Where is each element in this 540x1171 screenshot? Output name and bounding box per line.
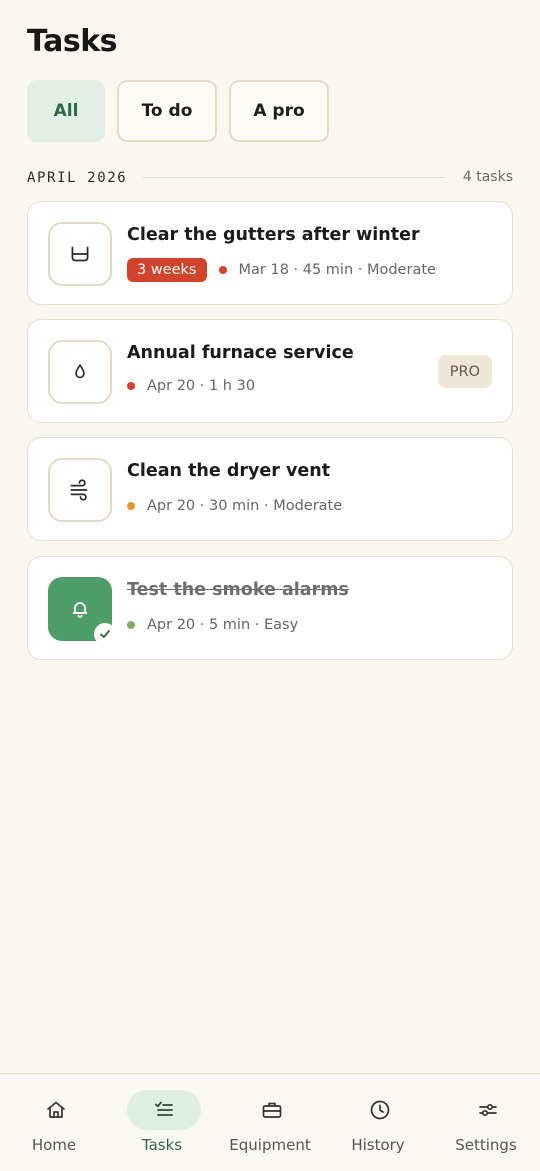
task-meta: Apr 20 · 1 h 30	[127, 372, 255, 400]
basin-icon	[71, 246, 89, 262]
filter-a-pro[interactable]: A pro	[229, 80, 329, 142]
nav-pill	[127, 1090, 201, 1130]
checklist-icon	[155, 1101, 173, 1116]
task-card[interactable]: Annual furnace service Apr 20 · 1 h 30 P…	[27, 319, 513, 423]
nav-label: Home	[31, 1136, 77, 1154]
sliders-icon	[479, 1103, 497, 1117]
nav-tasks[interactable]: Tasks	[108, 1074, 216, 1171]
task-icon-box	[48, 458, 112, 522]
task-meta-text: Apr 20 · 30 min · Moderate	[147, 498, 343, 514]
task-meta: Apr 20 · 30 min · Moderate	[127, 492, 342, 520]
filter-all[interactable]: All	[27, 80, 105, 142]
status-dot	[127, 502, 135, 510]
check-icon	[94, 623, 116, 645]
nav-pill	[235, 1090, 309, 1130]
nav-equipment[interactable]: Equipment	[216, 1074, 324, 1171]
nav-label: History	[351, 1136, 405, 1154]
nav-history[interactable]: History	[324, 1074, 432, 1171]
wind-icon	[70, 479, 88, 501]
water-drop-icon	[75, 364, 85, 379]
task-meta: Apr 20 · 5 min · Easy	[127, 611, 298, 639]
status-dot	[218, 266, 227, 274]
status-dot	[127, 621, 135, 629]
nav-pill	[19, 1090, 93, 1130]
page-title: Tasks	[27, 24, 118, 59]
status-dot	[127, 382, 135, 390]
section-header: APRIL 2026 4 tasks	[27, 168, 513, 188]
task-meta-text: Apr 20 · 1 h 30	[147, 378, 256, 394]
nav-home[interactable]: Home	[0, 1074, 108, 1171]
task-title: Test the smoke alarms	[127, 580, 349, 600]
section-divider	[143, 177, 445, 178]
task-meta-text: Mar 18 · 45 min · Moderate	[238, 262, 436, 278]
pro-badge: PRO	[437, 355, 492, 388]
bottom-nav: Home Tasks Equipment History Settings	[0, 1073, 540, 1171]
task-icon-box	[48, 222, 112, 286]
task-title: Annual furnace service	[127, 343, 354, 363]
nav-label: Equipment	[229, 1136, 311, 1154]
section-month: APRIL 2026	[27, 170, 128, 186]
task-count: 4 tasks	[462, 169, 513, 185]
nav-label: Settings	[455, 1136, 517, 1154]
task-icon-box[interactable]	[48, 577, 116, 645]
task-meta-text: Apr 20 · 5 min · Easy	[147, 617, 299, 633]
clock-icon	[370, 1100, 390, 1120]
task-card[interactable]: Clear the gutters after winter 3 weeks M…	[27, 201, 513, 305]
toolbox-icon	[262, 1102, 282, 1118]
overdue-badge: 3 weeks	[127, 258, 207, 282]
task-title: Clean the dryer vent	[127, 461, 331, 481]
task-icon-box	[48, 340, 112, 404]
nav-label: Tasks	[141, 1136, 183, 1154]
filter-to-do[interactable]: To do	[117, 80, 217, 142]
task-meta: 3 weeks Mar 18 · 45 min · Moderate	[127, 256, 436, 284]
nav-settings[interactable]: Settings	[432, 1074, 540, 1171]
task-title: Clear the gutters after winter	[127, 225, 420, 245]
filter-bar: All To do A pro	[27, 80, 329, 142]
bell-icon	[72, 602, 88, 618]
home-icon	[47, 1101, 65, 1118]
task-card[interactable]: Clean the dryer vent Apr 20 · 30 min · M…	[27, 437, 513, 541]
nav-pill	[343, 1090, 417, 1130]
task-card[interactable]: Test the smoke alarms Apr 20 · 5 min · E…	[27, 556, 513, 660]
nav-pill	[451, 1090, 525, 1130]
